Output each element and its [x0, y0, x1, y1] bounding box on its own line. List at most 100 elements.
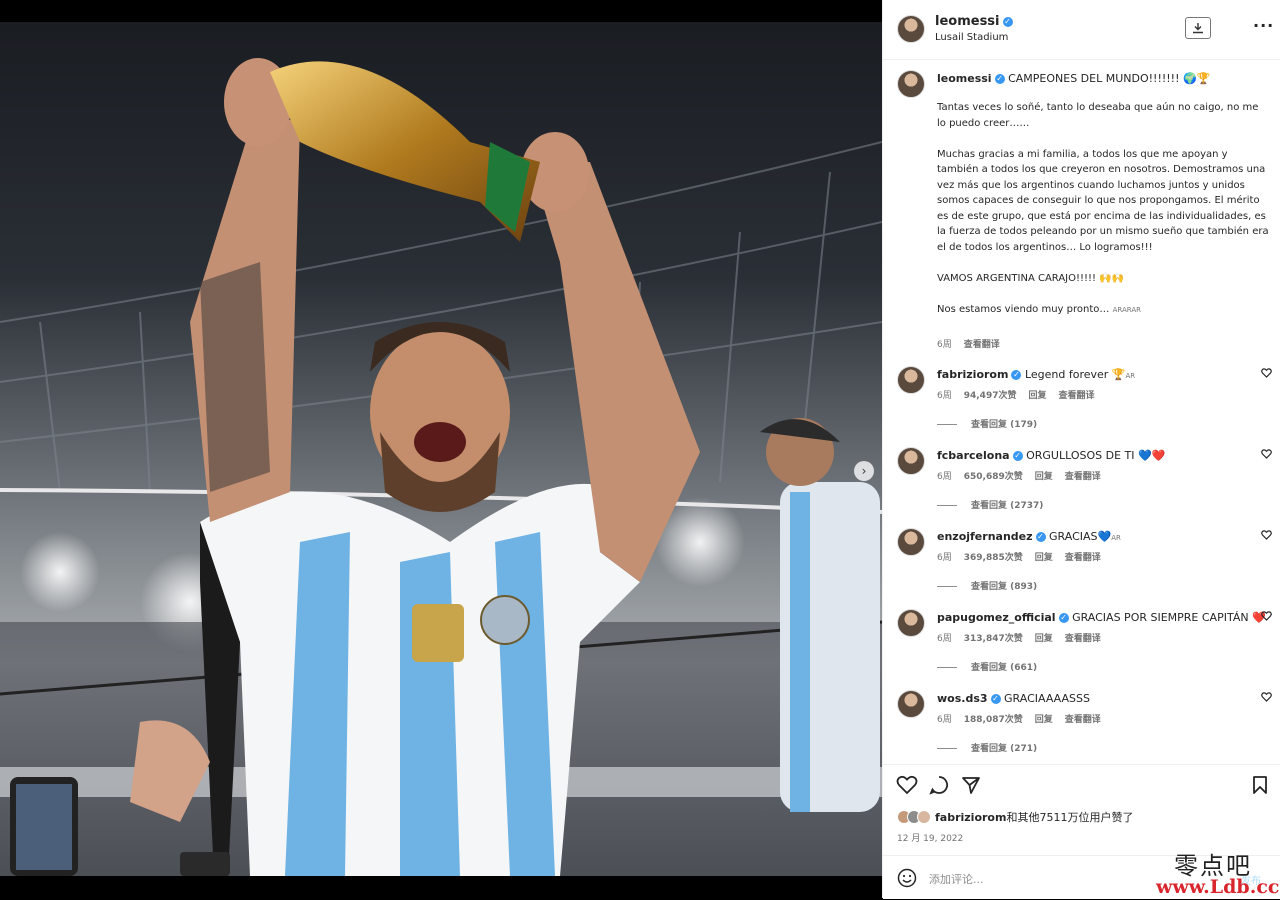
comment-age: 6周 — [937, 634, 952, 644]
replies-divider — [937, 505, 957, 506]
next-image-button[interactable]: › — [854, 461, 874, 481]
post-image[interactable]: › — [0, 22, 882, 876]
caption-title: CAMPEONES DEL MUNDO!!!!!!! — [1008, 72, 1180, 85]
reply-button[interactable]: 回复 — [1035, 469, 1053, 482]
comment-username[interactable]: fabriziorom — [937, 368, 1008, 381]
heart-icon[interactable] — [1261, 611, 1272, 621]
replies-divider — [937, 424, 957, 425]
comment-username[interactable]: fcbarcelona — [937, 449, 1010, 462]
comment-tail: AR — [1125, 372, 1136, 380]
heart-icon[interactable] — [1261, 692, 1272, 702]
comments-scroll[interactable]: leomessi ✓ CAMPEONES DEL MUNDO!!!!!!! 🌍🏆 … — [883, 60, 1280, 763]
reply-button[interactable]: 回复 — [1028, 388, 1046, 401]
heart-icon[interactable] — [1261, 530, 1272, 540]
view-replies-button[interactable]: 查看回复 (661) — [937, 660, 1037, 673]
replies-label[interactable]: 查看回复 (271) — [971, 744, 1037, 754]
comment-likes[interactable]: 313,847次赞 — [964, 631, 1023, 644]
comment-meta: 6周 650,689次赞 回复 查看翻译 — [937, 469, 1101, 482]
avatar[interactable] — [897, 528, 925, 556]
replies-label[interactable]: 查看回复 (2737) — [971, 501, 1043, 511]
more-options-button[interactable]: ··· — [1253, 16, 1274, 35]
caption-text: Tantas veces lo soñé, tanto lo deseaba q… — [937, 102, 1269, 315]
replies-label[interactable]: 查看回复 (893) — [971, 582, 1037, 592]
comment-username[interactable]: papugomez_official — [937, 611, 1056, 624]
avatar[interactable] — [897, 609, 925, 637]
post-details-panel: leomessi ✓ Lusail Stadium ··· leomessi ✓ C… — [882, 0, 1280, 899]
comment-text: papugomez_official ✓ GRACIAS POR SIEMPRE … — [937, 611, 1266, 624]
caption-tail: ARARAR — [1112, 305, 1141, 314]
replies-divider — [937, 586, 957, 587]
comment-likes[interactable]: 369,885次赞 — [964, 550, 1023, 563]
comment-username[interactable]: enzojfernandez — [937, 530, 1033, 543]
avatar[interactable] — [897, 447, 925, 475]
replies-label[interactable]: 查看回复 (179) — [971, 420, 1037, 430]
replies-divider — [937, 748, 957, 749]
verified-icon: ✓ — [1002, 16, 1013, 27]
heart-icon[interactable] — [896, 775, 918, 795]
comment-meta: 6周 94,497次赞 回复 查看翻译 — [937, 388, 1095, 401]
comment-age: 6周 — [937, 472, 952, 482]
verified-icon: ✓ — [1058, 613, 1069, 623]
author-username[interactable]: leomessi — [935, 14, 1000, 29]
post-photo — [0, 58, 882, 876]
comment-likes[interactable]: 94,497次赞 — [964, 388, 1017, 401]
avatar[interactable] — [897, 366, 925, 394]
comment-body: GRACIAS💙 — [1049, 530, 1112, 543]
more-icon: ··· — [1253, 16, 1275, 35]
view-replies-button[interactable]: 查看回复 (893) — [937, 579, 1037, 592]
post-location[interactable]: Lusail Stadium — [935, 32, 1008, 43]
download-icon — [1193, 23, 1203, 34]
download-button[interactable] — [1185, 17, 1211, 39]
comment-body: Legend forever 🏆 — [1024, 368, 1126, 381]
verified-icon: ✓ — [1012, 451, 1023, 461]
comment-input[interactable] — [927, 868, 1191, 890]
caption-age: 6周 — [937, 340, 952, 350]
heart-icon[interactable] — [1261, 368, 1272, 378]
likes-count-text[interactable]: 和其他7511万位用户赞了 — [1006, 811, 1133, 824]
translate-button[interactable]: 查看翻译 — [1065, 469, 1101, 482]
reply-button[interactable]: 回复 — [1035, 550, 1053, 563]
comment-text: wos.ds3 ✓ GRACIAAAASSS — [937, 692, 1090, 705]
comment-age: 6周 — [937, 391, 952, 401]
view-replies-button[interactable]: 查看回复 (271) — [937, 741, 1037, 754]
emoji-icon[interactable] — [897, 868, 917, 888]
comment-icon[interactable] — [929, 775, 949, 795]
caption-header: leomessi ✓ CAMPEONES DEL MUNDO!!!!!!! 🌍🏆 — [937, 72, 1210, 85]
likes-summary[interactable]: fabriziorom和其他7511万位用户赞了 — [897, 809, 1133, 825]
comment-meta: 6周 369,885次赞 回复 查看翻译 — [937, 550, 1101, 563]
comment-likes[interactable]: 188,087次赞 — [964, 712, 1023, 725]
replies-label[interactable]: 查看回复 (661) — [971, 663, 1037, 673]
post-author[interactable]: leomessi ✓ — [935, 14, 1013, 29]
comment-meta: 6周 313,847次赞 回复 查看翻译 — [937, 631, 1101, 644]
view-replies-button[interactable]: 查看回复 (179) — [937, 417, 1037, 430]
avatar[interactable] — [897, 70, 925, 98]
reply-button[interactable]: 回复 — [1035, 712, 1053, 725]
translate-button[interactable]: 查看翻译 — [1065, 631, 1101, 644]
liker-username[interactable]: fabriziorom — [935, 811, 1006, 824]
avatar[interactable] — [897, 15, 925, 43]
avatar[interactable] — [897, 690, 925, 718]
comment-text: enzojfernandez ✓ GRACIAS💙AR — [937, 530, 1121, 543]
reply-button[interactable]: 回复 — [1035, 631, 1053, 644]
translate-button[interactable]: 查看翻译 — [964, 337, 1000, 350]
replies-divider — [937, 667, 957, 668]
translate-button[interactable]: 查看翻译 — [1058, 388, 1094, 401]
bookmark-icon[interactable] — [1252, 775, 1268, 795]
comment-age: 6周 — [937, 715, 952, 725]
liker-avatar — [917, 810, 931, 824]
comment-likes[interactable]: 650,689次赞 — [964, 469, 1023, 482]
heart-icon[interactable] — [1261, 449, 1272, 459]
translate-button[interactable]: 查看翻译 — [1065, 550, 1101, 563]
translate-button[interactable]: 查看翻译 — [1065, 712, 1101, 725]
share-icon[interactable] — [961, 775, 981, 795]
comment-body: GRACIAS POR SIEMPRE CAPITÁN ❤️ — [1072, 611, 1266, 624]
verified-icon: ✓ — [990, 694, 1001, 704]
caption-username[interactable]: leomessi — [937, 72, 992, 85]
comment-username[interactable]: wos.ds3 — [937, 692, 988, 705]
watermark-url: www.Ldb.cc — [1156, 876, 1280, 898]
view-replies-button[interactable]: 查看回复 (2737) — [937, 498, 1043, 511]
verified-icon: ✓ — [994, 74, 1005, 84]
comment-text: fcbarcelona ✓ ORGULLOSOS DE TI 💙❤️ — [937, 449, 1165, 462]
verified-icon: ✓ — [1011, 370, 1022, 380]
chevron-right-icon: › — [861, 464, 867, 478]
